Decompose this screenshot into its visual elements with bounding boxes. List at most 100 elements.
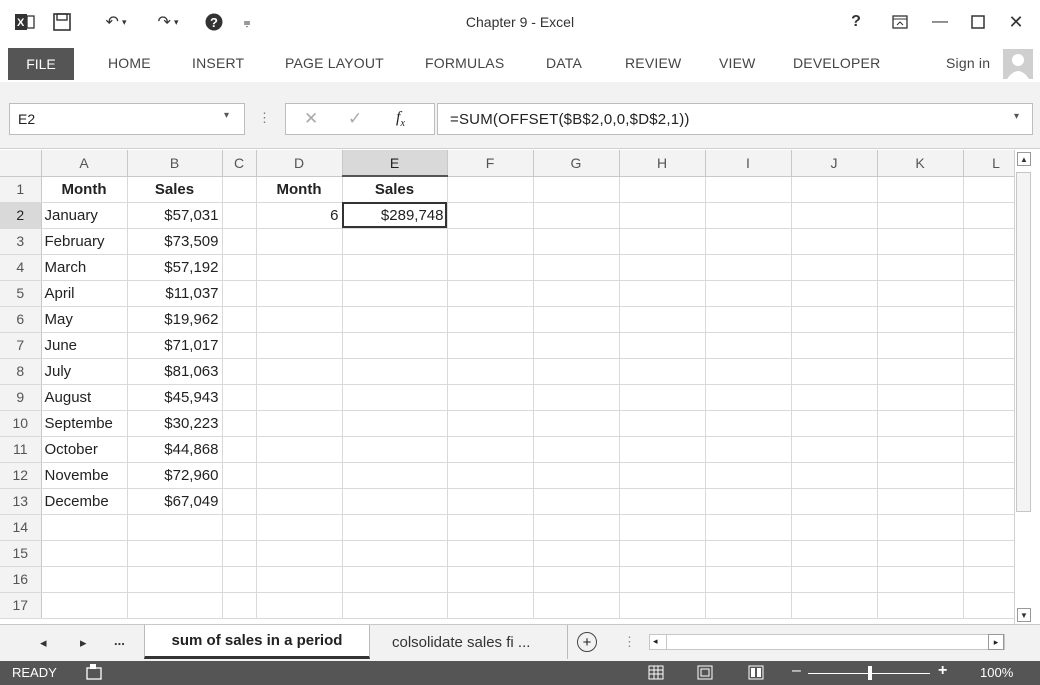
cell-i5[interactable] <box>705 280 792 307</box>
cell-b16[interactable] <box>127 566 223 593</box>
tab-home[interactable]: HOME <box>108 55 151 71</box>
cell-b4[interactable]: $57,192 <box>127 254 223 281</box>
row-header[interactable]: 14 <box>0 514 42 541</box>
cell-b11[interactable]: $44,868 <box>127 436 223 463</box>
tab-view[interactable]: VIEW <box>719 55 756 71</box>
cell-f9[interactable] <box>447 384 534 411</box>
cell-g16[interactable] <box>533 566 620 593</box>
cell-i13[interactable] <box>705 488 792 515</box>
cell-e8[interactable] <box>342 358 448 385</box>
cell-d5[interactable] <box>256 280 343 307</box>
zoom-in-icon[interactable]: + <box>938 662 947 680</box>
cell-h15[interactable] <box>619 540 706 567</box>
cell-g5[interactable] <box>533 280 620 307</box>
cell-d3[interactable] <box>256 228 343 255</box>
cell-b5[interactable]: $11,037 <box>127 280 223 307</box>
next-sheet-icon[interactable]: ▸ <box>80 635 87 651</box>
cell-c4[interactable] <box>222 254 257 281</box>
scroll-down-icon[interactable]: ▼ <box>1017 608 1031 622</box>
cell-c1[interactable] <box>222 176 257 203</box>
cell-j2[interactable] <box>791 202 878 229</box>
cell-j12[interactable] <box>791 462 878 489</box>
cell-c5[interactable] <box>222 280 257 307</box>
column-header-b[interactable]: B <box>127 150 223 177</box>
cell-f10[interactable] <box>447 410 534 437</box>
zoom-slider-thumb[interactable] <box>868 666 872 680</box>
cell-j4[interactable] <box>791 254 878 281</box>
tab-page-layout[interactable]: PAGE LAYOUT <box>285 55 384 71</box>
tab-review[interactable]: REVIEW <box>625 55 681 71</box>
cell-k11[interactable] <box>877 436 964 463</box>
cell-e16[interactable] <box>342 566 448 593</box>
cell-d11[interactable] <box>256 436 343 463</box>
formula-input[interactable]: =SUM(OFFSET($B$2,0,0,$D$2,1)) ▾ <box>437 103 1033 135</box>
cell-h16[interactable] <box>619 566 706 593</box>
cell-e4[interactable] <box>342 254 448 281</box>
cell-c11[interactable] <box>222 436 257 463</box>
cell-d15[interactable] <box>256 540 343 567</box>
cell-j7[interactable] <box>791 332 878 359</box>
cell-i15[interactable] <box>705 540 792 567</box>
cell-j16[interactable] <box>791 566 878 593</box>
row-header[interactable]: 13 <box>0 488 42 515</box>
cell-f17[interactable] <box>447 592 534 619</box>
cell-b12[interactable]: $72,960 <box>127 462 223 489</box>
cell-g9[interactable] <box>533 384 620 411</box>
cell-f12[interactable] <box>447 462 534 489</box>
cell-h3[interactable] <box>619 228 706 255</box>
cell-b17[interactable] <box>127 592 223 619</box>
cell-k15[interactable] <box>877 540 964 567</box>
tab-insert[interactable]: INSERT <box>192 55 244 71</box>
tab-formulas[interactable]: FORMULAS <box>425 55 504 71</box>
cell-b10[interactable]: $30,223 <box>127 410 223 437</box>
cell-e5[interactable] <box>342 280 448 307</box>
cell-c16[interactable] <box>222 566 257 593</box>
cell-i3[interactable] <box>705 228 792 255</box>
cell-h4[interactable] <box>619 254 706 281</box>
cell-g11[interactable] <box>533 436 620 463</box>
cell-c2[interactable] <box>222 202 257 229</box>
cell-k4[interactable] <box>877 254 964 281</box>
new-sheet-icon[interactable]: + <box>577 632 597 652</box>
row-header[interactable]: 9 <box>0 384 42 411</box>
scroll-up-icon[interactable]: ▲ <box>1017 152 1031 166</box>
cell-d2[interactable]: 6 <box>256 202 343 229</box>
cell-f2[interactable] <box>447 202 534 229</box>
cell-b1[interactable]: Sales <box>127 176 223 203</box>
cell-c3[interactable] <box>222 228 257 255</box>
cell-a17[interactable] <box>41 592 128 619</box>
cell-a9[interactable]: August <box>41 384 128 411</box>
user-avatar-icon[interactable] <box>1003 49 1033 79</box>
row-header[interactable]: 17 <box>0 592 42 619</box>
cell-g1[interactable] <box>533 176 620 203</box>
cell-d4[interactable] <box>256 254 343 281</box>
column-header-i[interactable]: I <box>705 150 792 177</box>
cell-f8[interactable] <box>447 358 534 385</box>
cell-i17[interactable] <box>705 592 792 619</box>
cell-g13[interactable] <box>533 488 620 515</box>
cell-d1[interactable]: Month <box>256 176 343 203</box>
cell-j1[interactable] <box>791 176 878 203</box>
cell-k12[interactable] <box>877 462 964 489</box>
enter-formula-icon[interactable]: ✓ <box>348 109 362 129</box>
cell-e15[interactable] <box>342 540 448 567</box>
row-header[interactable]: 6 <box>0 306 42 333</box>
cell-k3[interactable] <box>877 228 964 255</box>
column-header-g[interactable]: G <box>533 150 620 177</box>
cell-j8[interactable] <box>791 358 878 385</box>
column-header-j[interactable]: J <box>791 150 878 177</box>
row-header[interactable]: 12 <box>0 462 42 489</box>
cell-k14[interactable] <box>877 514 964 541</box>
cell-i6[interactable] <box>705 306 792 333</box>
scroll-right-icon[interactable]: ▸ <box>988 634 1004 650</box>
cell-c9[interactable] <box>222 384 257 411</box>
cell-f5[interactable] <box>447 280 534 307</box>
cell-h6[interactable] <box>619 306 706 333</box>
cell-h14[interactable] <box>619 514 706 541</box>
cell-d14[interactable] <box>256 514 343 541</box>
cell-g4[interactable] <box>533 254 620 281</box>
cell-b15[interactable] <box>127 540 223 567</box>
tab-file[interactable]: FILE <box>8 48 74 80</box>
cell-b13[interactable]: $67,049 <box>127 488 223 515</box>
cell-d13[interactable] <box>256 488 343 515</box>
